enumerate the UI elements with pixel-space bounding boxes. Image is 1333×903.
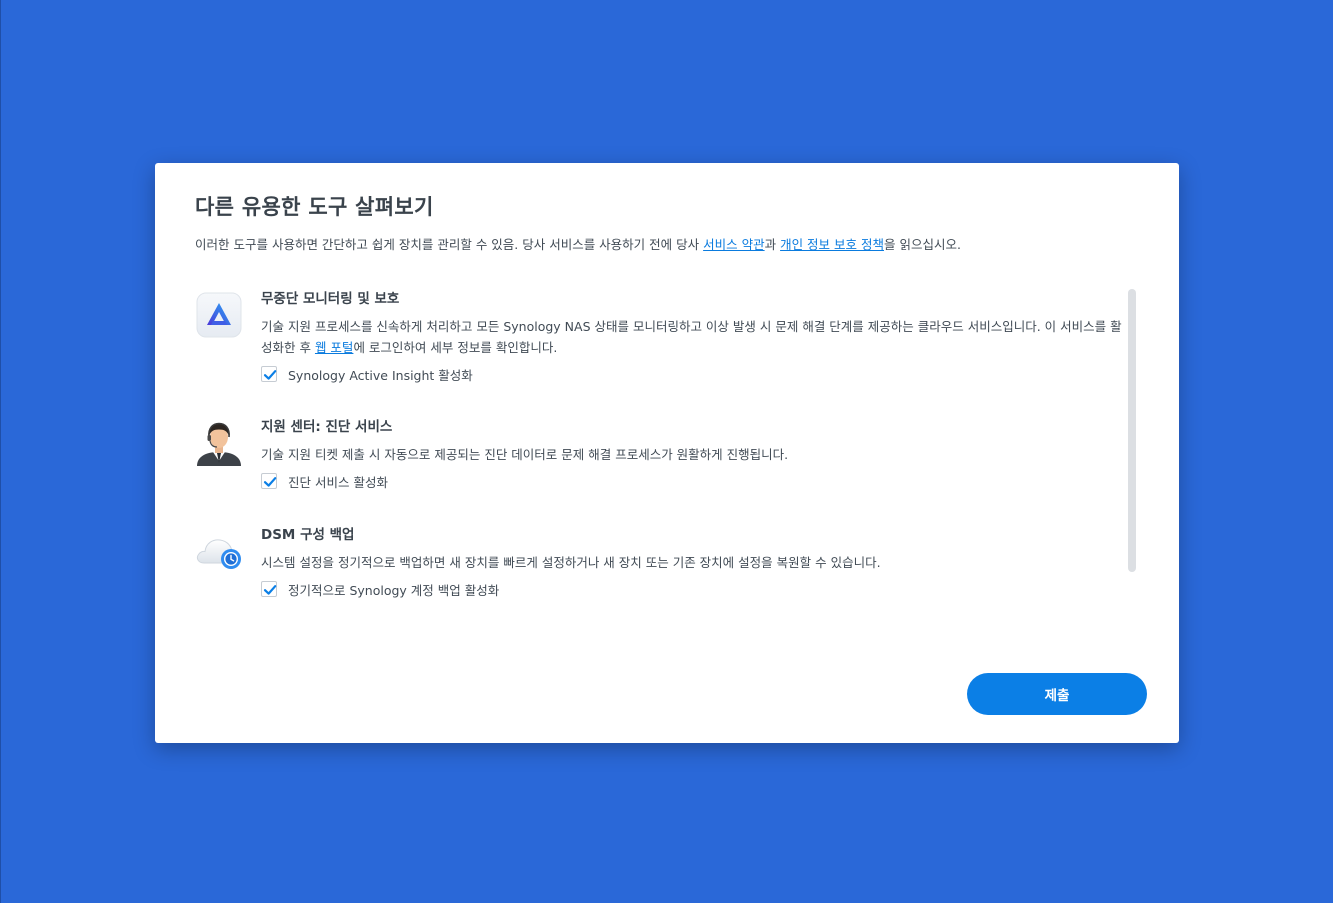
tools-list[interactable]: 무중단 모니터링 및 보호 기술 지원 프로세스를 신속하게 처리하고 모든 S… <box>195 291 1129 611</box>
tool-title: 지원 센터: 진단 서비스 <box>261 419 393 435</box>
tool-title: 무중단 모니터링 및 보호 <box>261 291 400 307</box>
tool-description: 시스템 설정을 정기적으로 백업하면 새 장치를 빠르게 설정하거나 새 장치 … <box>261 555 881 570</box>
config-backup-body: DSM 구성 백업 시스템 설정을 정기적으로 백업하면 새 장치를 빠르게 설… <box>261 527 1127 599</box>
active-insight-icon <box>195 291 243 339</box>
window-edge <box>0 0 1 903</box>
diagnostics-body: 지원 센터: 진단 서비스 기술 지원 티켓 제출 시 자동으로 제공되는 진단… <box>261 419 1127 491</box>
description-middle: 과 <box>764 237 781 252</box>
support-agent-icon <box>195 419 243 467</box>
terms-link[interactable]: 서비스 약관 <box>703 237 764 252</box>
web-portal-link[interactable]: 웹 포털 <box>315 340 353 355</box>
tool-description: 기술 지원 프로세스를 신속하게 처리하고 모든 Synology NAS 상태… <box>261 316 1127 358</box>
description-prefix: 이러한 도구를 사용하면 간단하고 쉽게 장치를 관리할 수 있음. 당사 서비… <box>195 237 704 252</box>
checkbox-label: 진단 서비스 활성화 <box>288 474 388 490</box>
checkmark-icon <box>263 477 277 487</box>
dialog-title: 다른 유용한 도구 살펴보기 <box>195 195 434 219</box>
list-scrollbar[interactable] <box>1128 289 1136 572</box>
active-insight-checkbox[interactable] <box>261 366 277 382</box>
checkbox-label: Synology Active Insight 활성화 <box>288 367 473 383</box>
checkmark-icon <box>263 370 277 380</box>
tool-title: DSM 구성 백업 <box>261 527 355 543</box>
config-backup-checkbox-row[interactable]: 정기적으로 Synology 계정 백업 활성화 <box>261 579 1127 599</box>
checkmark-icon <box>263 585 277 595</box>
config-backup-checkbox[interactable] <box>261 581 277 597</box>
dialog-description: 이러한 도구를 사용하면 간단하고 쉽게 장치를 관리할 수 있음. 당사 서비… <box>195 234 961 253</box>
diagnostics-checkbox-row[interactable]: 진단 서비스 활성화 <box>261 471 1127 491</box>
diagnostics-checkbox[interactable] <box>261 473 277 489</box>
tool-description: 기술 지원 티켓 제출 시 자동으로 제공되는 진단 데이터로 문제 해결 프로… <box>261 447 789 462</box>
submit-button[interactable]: 제출 <box>967 673 1147 715</box>
description-suffix: 을 읽으십시오. <box>884 237 961 252</box>
privacy-policy-link[interactable]: 개인 정보 보호 정책 <box>780 237 884 252</box>
tool-description-suffix: 에 로그인하여 세부 정보를 확인합니다. <box>353 340 558 355</box>
cloud-backup-icon <box>195 527 243 575</box>
active-insight-body: 무중단 모니터링 및 보호 기술 지원 프로세스를 신속하게 처리하고 모든 S… <box>261 291 1127 384</box>
active-insight-checkbox-row[interactable]: Synology Active Insight 활성화 <box>261 364 1127 384</box>
tools-dialog: 다른 유용한 도구 살펴보기 이러한 도구를 사용하면 간단하고 쉽게 장치를 … <box>155 163 1179 743</box>
checkbox-label: 정기적으로 Synology 계정 백업 활성화 <box>288 582 500 598</box>
